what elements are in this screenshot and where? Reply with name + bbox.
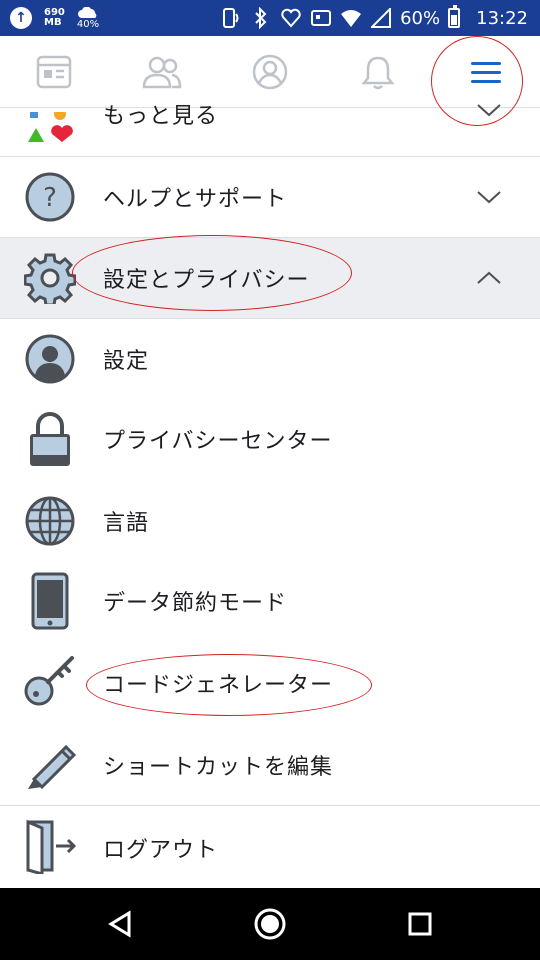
recent-apps-button[interactable]	[370, 888, 470, 960]
game-icon	[310, 7, 332, 29]
chevron-up-icon	[477, 271, 501, 284]
humidity-text: 40%	[76, 18, 100, 30]
news-feed-icon	[36, 55, 72, 89]
weather-widget: 40%	[76, 6, 100, 30]
signal-icon	[370, 7, 392, 29]
android-navigation-bar	[0, 888, 540, 960]
settings-label: 設定	[103, 349, 150, 374]
settings-privacy-row[interactable]: 設定とプライバシー	[0, 238, 540, 318]
key-icon	[22, 653, 78, 709]
data-usage-unit: MB	[44, 17, 62, 28]
logout-door-icon	[22, 818, 78, 874]
friends-icon	[142, 56, 182, 89]
nfc-icon	[220, 7, 242, 29]
heart-rate-icon	[280, 7, 302, 29]
code-generator-row[interactable]: コードジェネレーター	[0, 643, 540, 723]
back-button[interactable]	[70, 888, 170, 960]
see-more-label: もっと見る	[103, 104, 219, 129]
wifi-icon	[340, 7, 362, 29]
data-saver-row[interactable]: データ節約モード	[0, 561, 540, 643]
home-circle-icon	[254, 908, 286, 940]
lock-icon	[22, 411, 78, 467]
settings-privacy-label: 設定とプライバシー	[103, 268, 310, 293]
battery-icon	[448, 5, 461, 28]
see-more-row[interactable]: もっと見る	[0, 98, 540, 156]
chevron-down-icon	[477, 104, 501, 117]
gear-icon	[22, 250, 78, 306]
help-support-label: ヘルプとサポート	[103, 187, 288, 212]
profile-icon	[252, 54, 288, 90]
avatar-icon	[22, 331, 78, 387]
edit-shortcuts-row[interactable]: ショートカットを編集	[0, 723, 540, 805]
shapes-icon	[22, 104, 78, 160]
upload-icon: ↑	[10, 7, 32, 29]
data-usage: 690 MB	[44, 8, 65, 28]
bluetooth-icon	[250, 7, 272, 29]
hamburger-menu-icon	[471, 56, 501, 89]
status-bar: ↑ 690 MB 40% 60% 13:22	[0, 0, 540, 36]
phone-icon	[22, 572, 78, 630]
back-triangle-icon	[108, 910, 131, 938]
data-saver-label: データ節約モード	[103, 591, 288, 616]
help-icon: ?	[22, 169, 78, 225]
edit-shortcuts-label: ショートカットを編集	[103, 755, 334, 780]
svg-text:?: ?	[43, 183, 57, 213]
pencil-icon	[22, 735, 78, 791]
language-row[interactable]: 言語	[0, 481, 540, 561]
clock: 13:22	[476, 7, 528, 29]
help-support-row[interactable]: ? ヘルプとサポート	[0, 157, 540, 237]
privacy-center-label: プライバシーセンター	[103, 429, 333, 454]
logout-row[interactable]: ログアウト	[0, 806, 540, 888]
home-button[interactable]	[220, 888, 320, 960]
language-label: 言語	[103, 511, 150, 536]
settings-row[interactable]: 設定	[0, 319, 540, 399]
logout-label: ログアウト	[103, 838, 219, 863]
bell-icon	[361, 56, 395, 90]
globe-icon	[22, 493, 78, 549]
privacy-center-row[interactable]: プライバシーセンター	[0, 399, 540, 481]
code-generator-label: コードジェネレーター	[103, 673, 334, 698]
square-icon	[408, 912, 432, 936]
chevron-down-icon	[477, 191, 501, 204]
cloud-icon	[77, 6, 97, 18]
battery-percent: 60%	[400, 7, 441, 29]
